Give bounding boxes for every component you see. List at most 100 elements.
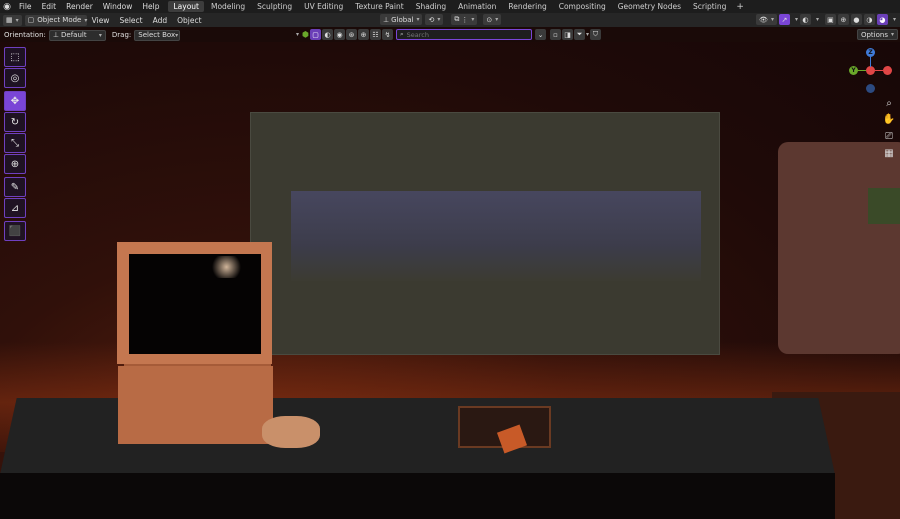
orientation-dropdown[interactable]: ⊥ Default ▾ <box>48 29 106 41</box>
menu-file[interactable]: File <box>14 0 37 13</box>
annotate-tool[interactable]: ✎ <box>4 177 26 197</box>
computer-case <box>118 366 273 444</box>
chevron-down-icon: ▾ <box>770 16 774 23</box>
filter-camera-button[interactable]: ⊛ <box>346 29 357 40</box>
object-type-icon[interactable]: ⬢ <box>302 30 309 39</box>
options-dropdown[interactable]: Options ▾ <box>856 29 898 40</box>
move-tool[interactable]: ✥ <box>4 91 26 111</box>
pivot-icon: ⟲ <box>428 15 435 24</box>
add-cube-tool[interactable]: ⬛ <box>4 221 26 241</box>
measure-tool[interactable]: ⊿ <box>4 198 26 218</box>
viewport-icon: ▦ <box>6 16 13 24</box>
move-icon: ✥ <box>10 95 20 107</box>
menu-help[interactable]: Help <box>137 0 164 13</box>
menu-view[interactable]: View <box>87 16 115 25</box>
chevron-down-icon[interactable]: ▾ <box>586 31 589 38</box>
pan-hand-icon[interactable]: ✋ <box>882 112 896 126</box>
rendered-shading-button[interactable]: ◕ <box>876 14 888 25</box>
tab-texture-paint[interactable]: Texture Paint <box>350 1 408 12</box>
neg-z-axis-handle[interactable] <box>866 84 875 93</box>
empty-icon: ⊕ <box>360 30 367 39</box>
x-axis-end[interactable] <box>883 66 892 75</box>
tab-rendering[interactable]: Rendering <box>503 1 551 12</box>
visibility-dropdown[interactable]: 👁 ▾ <box>756 14 777 25</box>
orientation-label: Global <box>391 15 414 24</box>
rotate-tool[interactable]: ↻ <box>4 112 26 132</box>
z-axis-handle[interactable]: Z <box>866 48 875 57</box>
filter-options-button[interactable]: ⌄ <box>535 29 546 40</box>
chevron-down-icon[interactable]: ▾ <box>296 31 299 38</box>
zoom-icon[interactable]: ⌕ <box>882 96 896 110</box>
display-filter-button[interactable]: ◨ <box>562 29 573 40</box>
tab-scripting[interactable]: Scripting <box>688 1 731 12</box>
tab-uv-editing[interactable]: UV Editing <box>299 1 348 12</box>
material-shading-button[interactable]: ◑ <box>863 14 875 25</box>
solid-shading-button[interactable]: ● <box>850 14 862 25</box>
filter-light-button[interactable]: ◉ <box>334 29 345 40</box>
square-icon: ▫ <box>553 30 558 39</box>
tab-modeling[interactable]: Modeling <box>206 1 250 12</box>
menu-window[interactable]: Window <box>98 0 138 13</box>
drag-dropdown[interactable]: Select Box ▾ <box>134 29 181 41</box>
shield-button[interactable]: ⛉ <box>590 29 602 40</box>
z-axis-label: Z <box>868 49 873 56</box>
wireframe-sphere-icon: ⊕ <box>840 15 847 24</box>
wireframe-shading-button[interactable]: ⊕ <box>837 14 849 25</box>
chevron-down-icon[interactable]: ▾ <box>893 16 896 23</box>
add-workspace-button[interactable]: + <box>732 2 748 12</box>
tab-compositing[interactable]: Compositing <box>554 1 611 12</box>
camera-icon: ⊛ <box>348 30 355 39</box>
3d-viewport[interactable] <box>0 42 900 519</box>
orientation-value: Default <box>61 31 87 39</box>
menu-object[interactable]: Object <box>172 16 206 25</box>
tab-shading[interactable]: Shading <box>411 1 451 12</box>
tab-layout[interactable]: Layout <box>168 1 204 12</box>
scale-tool[interactable]: ⤡ <box>4 133 26 153</box>
menu-edit[interactable]: Edit <box>37 0 62 13</box>
gizmo-icon: ↗ <box>781 15 788 24</box>
menu-render[interactable]: Render <box>61 0 98 13</box>
chevron-down-icon: ▾ <box>495 16 499 23</box>
filter-armature-button[interactable]: ☷ <box>370 29 381 40</box>
chevron-down-icon[interactable]: ▾ <box>795 16 798 23</box>
right-cabinet <box>778 142 900 354</box>
proportional-edit-button[interactable]: ⊙ ▾ <box>483 14 502 25</box>
chevron-down-icon[interactable]: ▾ <box>816 16 819 23</box>
y-axis-handle[interactable]: Y <box>849 66 858 75</box>
xray-toggle-button[interactable]: ▣ <box>824 14 836 25</box>
x-axis-handle[interactable] <box>866 66 875 75</box>
restrict-toggle-button[interactable]: ▫ <box>550 29 561 40</box>
chevron-down-icon: ▾ <box>471 16 475 23</box>
editor-type-button[interactable]: ▦ ▾ <box>3 14 22 26</box>
computer-mouse <box>262 416 320 448</box>
transform-tool[interactable]: ⊕ <box>4 154 26 174</box>
funnel-filter-button[interactable]: ⏷ <box>574 29 585 40</box>
filter-other-button[interactable]: ↯ <box>382 29 393 40</box>
search-icon: ⌕ <box>400 30 404 38</box>
snap-dropdown[interactable]: ⧉ ⋮ ▾ <box>451 14 478 25</box>
navigation-gizmo[interactable]: Z Y <box>846 48 894 96</box>
menu-select[interactable]: Select <box>114 16 147 25</box>
camera-view-icon[interactable]: ⎚ <box>882 129 896 143</box>
outliner-search-field[interactable]: ⌕ <box>396 29 532 40</box>
filter-mesh-button[interactable]: ▢ <box>310 29 321 40</box>
grid-view-icon[interactable]: ▦ <box>882 146 896 160</box>
blender-logo-icon[interactable]: ◉ <box>0 0 14 13</box>
filter-empty-button[interactable]: ⊕ <box>358 29 369 40</box>
tab-animation[interactable]: Animation <box>453 1 501 12</box>
search-input[interactable] <box>406 30 527 39</box>
overlay-toggle-button[interactable]: ◐ <box>799 14 811 25</box>
cursor-tool[interactable]: ◎ <box>4 68 26 88</box>
mode-dropdown[interactable]: ▢ Object Mode ▾ <box>24 14 87 26</box>
pivot-dropdown[interactable]: ⟲ ▾ <box>425 14 444 25</box>
select-box-tool[interactable]: ⬚ <box>4 47 26 67</box>
gizmo-toggle-button[interactable]: ↗ <box>778 14 790 25</box>
drag-label: Drag: <box>111 31 132 39</box>
transform-orientation-dropdown[interactable]: ⊥ Global ▾ <box>380 14 423 25</box>
menu-add[interactable]: Add <box>148 16 173 25</box>
material-sphere-icon: ◑ <box>866 15 873 24</box>
scale-icon: ⤡ <box>11 137 19 149</box>
tab-geometry-nodes[interactable]: Geometry Nodes <box>613 1 686 12</box>
tab-sculpting[interactable]: Sculpting <box>252 1 297 12</box>
filter-curve-button[interactable]: ◐ <box>322 29 333 40</box>
